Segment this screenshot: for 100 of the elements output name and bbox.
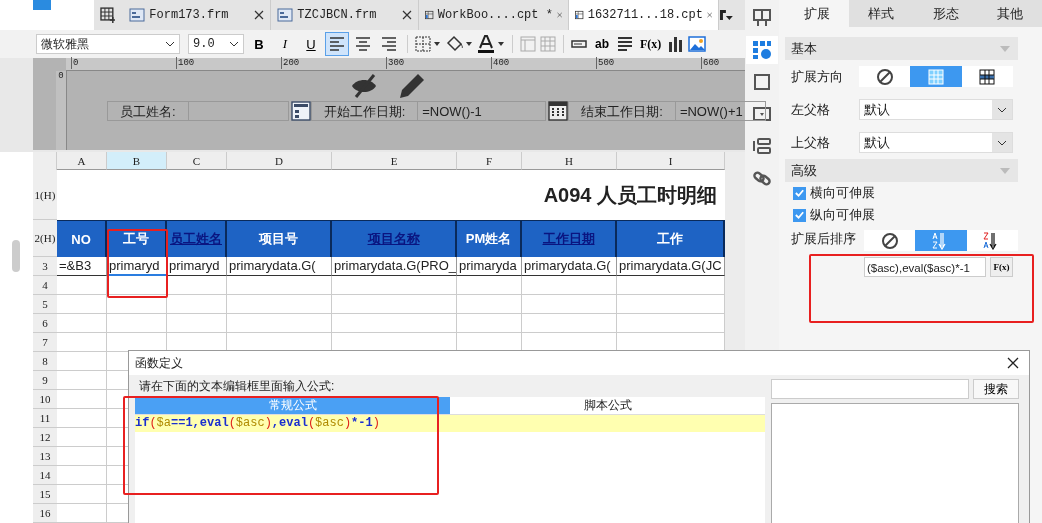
- text-style-button[interactable]: U: [300, 33, 322, 55]
- table-cell[interactable]: [457, 276, 522, 295]
- dropdown-icon[interactable]: [719, 9, 733, 21]
- column-header[interactable]: H: [522, 152, 617, 170]
- formula-tab[interactable]: 脚本公式: [450, 397, 765, 415]
- table-cell[interactable]: [522, 276, 617, 295]
- table-cell[interactable]: [57, 504, 107, 523]
- table-cell[interactable]: [332, 295, 457, 314]
- table-cell[interactable]: [332, 314, 457, 333]
- table-cell[interactable]: primarydata.G(PRO_: [332, 257, 457, 276]
- text-style-button[interactable]: B: [248, 33, 270, 55]
- text-tool-button[interactable]: ab: [591, 33, 613, 55]
- search-icon[interactable]: [32, 0, 51, 10]
- parameter-field[interactable]: =NOW()-1: [418, 100, 547, 121]
- row-header[interactable]: 5: [33, 295, 57, 314]
- table-cell[interactable]: [57, 428, 107, 447]
- table-cell[interactable]: primaryd: [107, 257, 167, 276]
- table-cell[interactable]: [57, 314, 107, 333]
- table-cell[interactable]: [332, 276, 457, 295]
- panel-tab[interactable]: 其他: [977, 0, 1042, 27]
- table-cell[interactable]: [57, 390, 107, 409]
- table-cell[interactable]: [457, 295, 522, 314]
- column-header[interactable]: E: [332, 152, 457, 170]
- column-header[interactable]: F: [457, 152, 522, 170]
- table-cell[interactable]: [227, 276, 332, 295]
- table-cell[interactable]: primaryd: [167, 257, 227, 276]
- select-all-icon[interactable]: [33, 152, 57, 170]
- column-header[interactable]: A: [57, 152, 107, 170]
- table-cell[interactable]: [167, 295, 227, 314]
- search-button[interactable]: 搜索: [973, 379, 1019, 399]
- row-header[interactable]: 4: [33, 276, 57, 295]
- function-list[interactable]: [771, 403, 1019, 523]
- text-field-icon[interactable]: [571, 40, 587, 48]
- formula-button[interactable]: F(x): [637, 33, 665, 55]
- row-header[interactable]: 14: [33, 466, 57, 485]
- font-color-icon[interactable]: [477, 35, 505, 53]
- table-cell[interactable]: [167, 314, 227, 333]
- section-header[interactable]: 高级: [785, 159, 1018, 182]
- table-icon[interactable]: [540, 36, 556, 52]
- column-header[interactable]: C: [167, 152, 227, 170]
- table-cell[interactable]: [107, 314, 167, 333]
- checkbox[interactable]: [793, 186, 806, 200]
- row-header[interactable]: 11: [33, 409, 57, 428]
- align-button[interactable]: [326, 33, 348, 55]
- row-header[interactable]: 15: [33, 485, 57, 504]
- row-header[interactable]: 6: [33, 314, 57, 333]
- text-style-button[interactable]: I: [274, 33, 296, 55]
- panel-tab[interactable]: 样式: [849, 0, 914, 27]
- table-cell[interactable]: [457, 314, 522, 333]
- row-header[interactable]: 12: [33, 428, 57, 447]
- form-widget-icon[interactable]: [290, 100, 311, 121]
- table-cell[interactable]: [57, 409, 107, 428]
- side-tool-button[interactable]: [746, 36, 778, 64]
- row-header[interactable]: 8: [33, 352, 57, 371]
- close-icon[interactable]: [1007, 357, 1019, 369]
- table-cell[interactable]: [227, 314, 332, 333]
- paragraph-icon[interactable]: [617, 37, 633, 51]
- close-icon[interactable]: [254, 10, 265, 20]
- table-cell[interactable]: [107, 295, 167, 314]
- table-cell[interactable]: =&B3: [57, 257, 107, 276]
- parameter-field[interactable]: [188, 100, 289, 121]
- table-cell[interactable]: [57, 466, 107, 485]
- row-header[interactable]: 2(H): [33, 220, 57, 257]
- table-cell[interactable]: [57, 352, 107, 371]
- row-header[interactable]: 9: [33, 371, 57, 390]
- parent-dropdown[interactable]: 默认: [859, 132, 1013, 153]
- table-cell[interactable]: primarydata.G(: [522, 257, 617, 276]
- row-header[interactable]: 1(H): [33, 170, 57, 220]
- row-header[interactable]: 16: [33, 504, 57, 523]
- column-header[interactable]: D: [227, 152, 332, 170]
- table-cell[interactable]: [57, 485, 107, 504]
- row-header[interactable]: 13: [33, 447, 57, 466]
- section-header[interactable]: 基本: [785, 37, 1018, 60]
- parameter-field[interactable]: =NOW()+1: [675, 100, 766, 121]
- table-cell[interactable]: [167, 276, 227, 295]
- row-header[interactable]: 3: [33, 257, 57, 276]
- row-header[interactable]: 7: [33, 333, 57, 352]
- sort-formula-field[interactable]: ($asc),eval($asc)*-1: [864, 257, 986, 277]
- font-dropdown[interactable]: 微软雅黑: [36, 34, 180, 54]
- search-field[interactable]: [771, 379, 969, 399]
- table-cell[interactable]: primaryda: [457, 257, 522, 276]
- parent-dropdown[interactable]: 默认: [859, 99, 1013, 120]
- new-sheet-icon[interactable]: [99, 7, 116, 23]
- close-icon[interactable]: [402, 10, 413, 20]
- fill-bucket-icon[interactable]: [445, 35, 473, 53]
- table-cell[interactable]: primarydata.G(: [227, 257, 332, 276]
- formula-code[interactable]: if($a==1,eval($asc),eval($asc)*-1): [135, 415, 765, 432]
- scrollbar-thumb[interactable]: [12, 240, 20, 272]
- row-header[interactable]: 10: [33, 390, 57, 409]
- border-icon[interactable]: [415, 36, 441, 52]
- merge-cells-icon[interactable]: [520, 36, 536, 52]
- panel-tab[interactable]: 形态: [913, 0, 978, 27]
- table-cell[interactable]: [57, 276, 107, 295]
- table-cell[interactable]: [227, 295, 332, 314]
- panel-tab[interactable]: 扩展: [785, 0, 850, 27]
- checkbox[interactable]: [793, 208, 806, 222]
- formula-button[interactable]: F(x): [990, 257, 1013, 277]
- table-cell[interactable]: [57, 333, 107, 352]
- font-size-dropdown[interactable]: 9.0: [188, 34, 244, 54]
- column-header[interactable]: I: [617, 152, 725, 170]
